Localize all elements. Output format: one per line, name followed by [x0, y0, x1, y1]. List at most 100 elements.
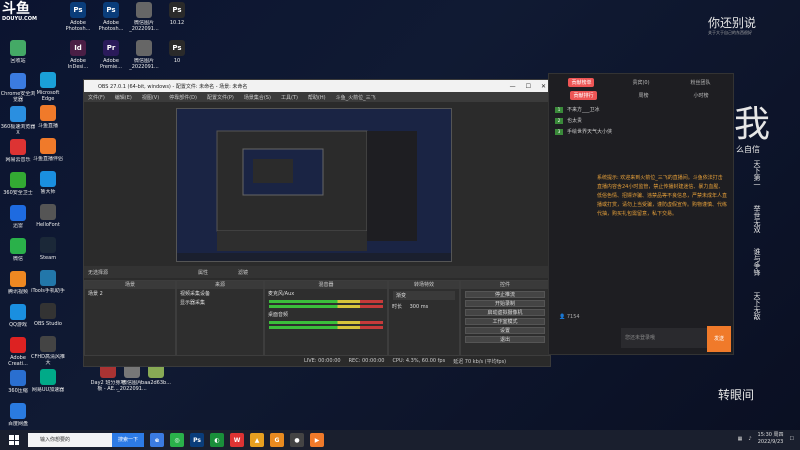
- app-icon: [10, 304, 26, 320]
- taskbar-app-icon[interactable]: ◎: [170, 433, 184, 447]
- taskbar-app-icon[interactable]: Ps: [190, 433, 204, 447]
- douyu-tab[interactable]: 贡献榜单: [568, 78, 595, 87]
- filters-button[interactable]: 滤镜: [238, 269, 248, 276]
- windows-start-icon[interactable]: [6, 432, 22, 448]
- taskbar-app-icon[interactable]: ●: [290, 433, 304, 447]
- desktop-shortcut[interactable]: Ps Adobe Photosh...: [60, 2, 96, 42]
- no-source-label: 无选择源: [88, 269, 109, 276]
- app-icon: [10, 73, 26, 89]
- scene-item[interactable]: 场景 2: [85, 289, 175, 298]
- douyu-panel: 贡献榜单 贵宾(0) 粉丝团队 贡献排行 周榜 小时榜 1 不来方___卫冰 2 也太贵 3 手绘…: [548, 73, 734, 355]
- properties-button[interactable]: 属性: [198, 269, 208, 276]
- menu-item[interactable]: 编辑(E): [115, 94, 132, 101]
- taskbar-app-icon[interactable]: ▲: [250, 433, 264, 447]
- desktop-shortcut[interactable]: Ps Adobe Photosh...: [93, 2, 129, 42]
- obs-titlebar[interactable]: OBS 27.0.1 (64-bit, windows) - 配置文件: 未命名…: [84, 80, 550, 92]
- send-button[interactable]: 发送: [707, 326, 731, 352]
- menu-item[interactable]: 文件(F): [88, 94, 105, 101]
- rank-row[interactable]: 1 不来方___卫冰: [549, 104, 733, 115]
- control-button[interactable]: 停止推流: [465, 291, 545, 298]
- menu-item[interactable]: 斗鱼_火箭位_三飞: [336, 94, 376, 101]
- app-icon: [40, 270, 56, 286]
- taskbar-search-button[interactable]: 搜索一下: [112, 433, 144, 447]
- douyu-subtab[interactable]: 贡献排行: [570, 91, 597, 100]
- app-icon: [40, 336, 56, 352]
- menu-item[interactable]: 工具(T): [281, 94, 298, 101]
- app-icon: [40, 204, 56, 220]
- shortcut-label: Adobe Premie...: [99, 58, 123, 70]
- volume-icon[interactable]: ♪: [748, 436, 751, 442]
- taskbar-app-icon[interactable]: ▶: [310, 433, 324, 447]
- desktop-shortcut[interactable]: 微信图片_2022091...: [126, 40, 162, 80]
- clock[interactable]: 15:30 周四 2022/9/23: [758, 432, 784, 446]
- source-item[interactable]: 视频采集设备: [177, 289, 263, 298]
- douyu-subtab[interactable]: 小时榜: [690, 91, 711, 100]
- source-item[interactable]: 显示器采集: [177, 298, 263, 307]
- shortcut-label: 腾讯视频: [7, 289, 28, 295]
- status-item: REC: 00:00:00: [348, 358, 385, 364]
- control-button[interactable]: 工作室模式: [465, 318, 545, 325]
- taskbar-app-icon[interactable]: W: [230, 433, 244, 447]
- transition-duration[interactable]: 时长 300 ms: [389, 302, 459, 311]
- shortcut-label: 迅雷: [12, 223, 23, 229]
- sources-dock: 来源 视频采集设备 显示器采集: [176, 280, 264, 356]
- online-count-value: 7154: [566, 314, 580, 320]
- minimize-icon[interactable]: —: [510, 83, 516, 90]
- taskbar-app-icon[interactable]: ◐: [210, 433, 224, 447]
- douyu-tab[interactable]: 粉丝团队: [687, 78, 713, 87]
- desktop-shortcut[interactable]: Id Adobe InDesi...: [60, 40, 96, 80]
- taskbar-search-input[interactable]: 输入你想要的: [28, 433, 112, 447]
- audio-meter: [269, 300, 383, 303]
- obs-window[interactable]: OBS 27.0.1 (64-bit, windows) - 配置文件: 未命名…: [83, 79, 551, 367]
- chat-input[interactable]: 您还未登录哦: [621, 328, 707, 348]
- shortcut-label: QQ游戏: [9, 322, 27, 328]
- rank-row[interactable]: 3 手绘世界天气大小侠: [549, 126, 733, 137]
- menu-item[interactable]: 配置文件(P): [207, 94, 234, 101]
- app-icon: [10, 403, 26, 419]
- scenes-dock: 场景 场景 2: [84, 280, 176, 356]
- app-icon: [10, 337, 26, 353]
- audio-meter: [269, 305, 383, 308]
- douyu-tab[interactable]: 贵宾(0): [629, 78, 652, 87]
- douyu-subtab[interactable]: 周榜: [635, 91, 651, 100]
- desktop-shortcut[interactable]: baa2d63b...: [138, 362, 174, 402]
- control-button[interactable]: 退出: [465, 336, 545, 343]
- desktop-shortcut[interactable]: 网易UU加速器: [30, 369, 66, 409]
- notification-icon[interactable]: ☐: [790, 436, 794, 442]
- shortcut-label: 360压缩: [8, 388, 28, 394]
- duration-value[interactable]: 300 ms: [410, 304, 429, 310]
- shortcut-label: 回收站: [10, 58, 26, 64]
- rank-row[interactable]: 2 也太贵: [549, 115, 733, 126]
- menu-item[interactable]: 帮助(H): [308, 94, 326, 101]
- control-button[interactable]: 启动虚拟摄像机: [465, 309, 545, 316]
- system-message: 系统提示: 欢迎来到火箭位_三飞的直播间。斗鱼依法打击直播内容含24小时监管，禁…: [597, 175, 728, 217]
- app-icon: Ps: [169, 2, 185, 18]
- taskbar-app-icon[interactable]: G: [270, 433, 284, 447]
- close-icon[interactable]: ✕: [541, 83, 546, 90]
- maximize-icon[interactable]: ☐: [526, 83, 531, 90]
- taskbar-app-icon[interactable]: e: [150, 433, 164, 447]
- douyu-tabs: 贡献榜单 贵宾(0) 粉丝团队: [549, 74, 733, 91]
- shortcut-label: HelloFont: [36, 222, 60, 228]
- desktop-shortcut[interactable]: Pr Adobe Premie...: [93, 40, 129, 80]
- menu-item[interactable]: 场景集合(S): [244, 94, 271, 101]
- desktop-shortcut[interactable]: Ps 10.12: [159, 2, 195, 42]
- desktop-shortcut[interactable]: 微信图片_2022091...: [126, 2, 162, 42]
- app-icon: Id: [70, 40, 86, 56]
- app-icon: [40, 303, 56, 319]
- app-icon: [40, 171, 56, 187]
- transition-select[interactable]: 渐变: [393, 291, 455, 300]
- control-button[interactable]: 开始录制: [465, 300, 545, 307]
- network-icon[interactable]: ▦: [738, 436, 743, 442]
- obs-preview[interactable]: [176, 108, 452, 262]
- obs-title: OBS 27.0.1 (64-bit, windows) - 配置文件: 未命名…: [98, 83, 248, 90]
- shortcut-label: Microsoft Edge: [36, 90, 60, 102]
- control-button[interactable]: 设置: [465, 327, 545, 334]
- source-toolbar: 无选择源 属性 滤镜: [84, 266, 550, 278]
- rank-name: 也太贵: [567, 118, 583, 124]
- app-icon: [40, 138, 56, 154]
- desktop-shortcut[interactable]: Ps 10: [159, 40, 195, 80]
- logo-text: DOUYU.COM: [2, 16, 37, 22]
- menu-item[interactable]: 停靠部件(D): [169, 94, 197, 101]
- menu-item[interactable]: 视图(V): [142, 94, 159, 101]
